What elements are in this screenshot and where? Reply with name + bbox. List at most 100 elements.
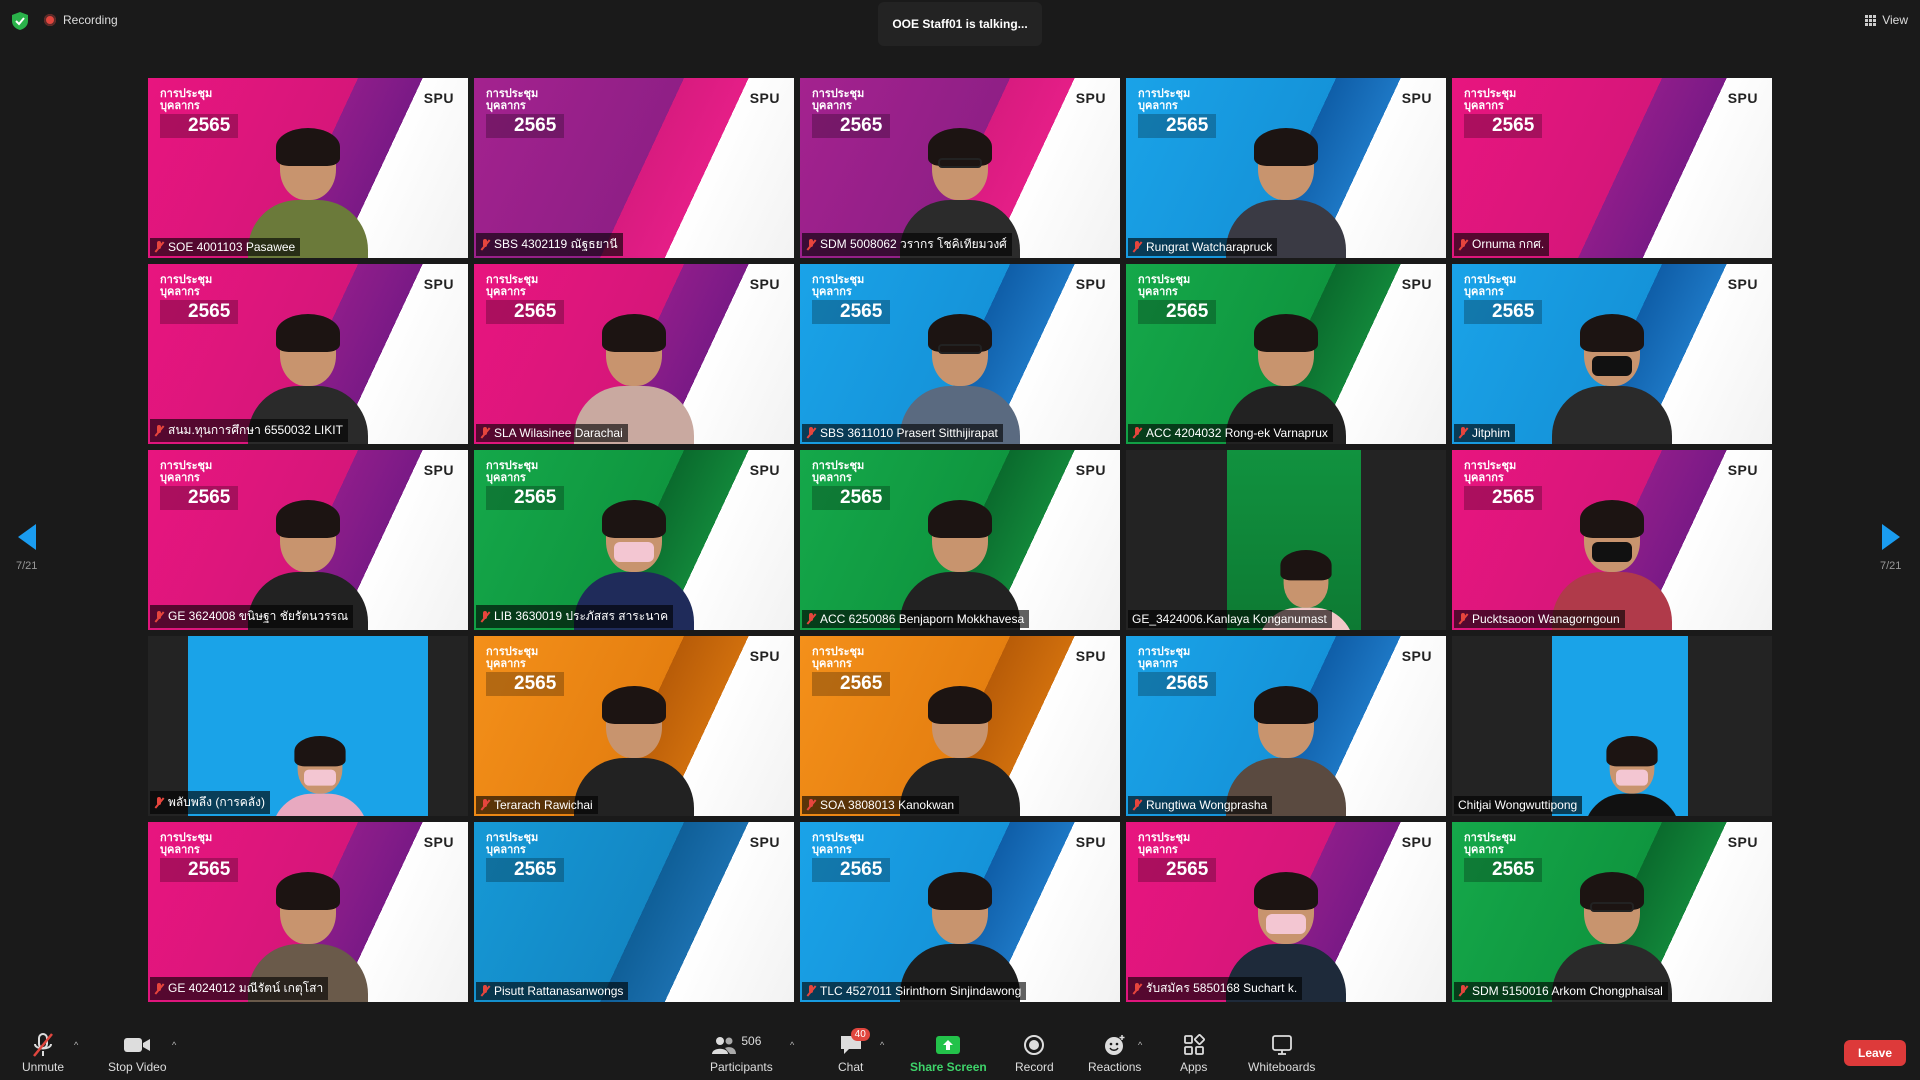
- participant-tile[interactable]: การประชุม บุคลากร 2565 SPU SBS 3611010 Pras…: [800, 264, 1120, 444]
- participant-tile[interactable]: การประชุม บุคลากร 2565 SPU SDM 5150016 Arko…: [1452, 822, 1772, 1002]
- audio-options-caret-icon[interactable]: ^: [74, 1040, 78, 1050]
- event-logo: การประชุม บุคลากร 2565: [160, 88, 239, 138]
- spu-logo: SPU: [749, 648, 780, 664]
- shield-icon[interactable]: [12, 12, 28, 30]
- participant-name: LIB 3630019 ประภัสสร สาระนาค: [494, 609, 669, 623]
- participant-name: SDM 5008062 วรากร โชคิเทียมวงศ์: [820, 237, 1007, 251]
- participant-tile[interactable]: การประชุม บุคลากร 2565 SPU สนม.ทุนการศึกษา …: [148, 264, 468, 444]
- event-logo-title: การประชุม บุคลากร: [1138, 88, 1191, 112]
- mic-muted-icon: [1458, 427, 1468, 439]
- participant-name-bar: Rungtiwa Wongprasha: [1128, 796, 1273, 814]
- prev-page-button[interactable]: 7/21: [16, 524, 38, 572]
- event-logo-year: 2565: [486, 672, 565, 696]
- spu-logo: SPU: [1401, 648, 1432, 664]
- spu-logo: SPU: [749, 834, 780, 850]
- participant-tile[interactable]: การประชุม บุคลากร 2565 SPU GE 4024012 มณีรั…: [148, 822, 468, 1002]
- participant-name: SBS 4302119 ณัฐธยานี: [494, 237, 618, 251]
- participants-caret-icon[interactable]: ^: [790, 1040, 794, 1050]
- chat-button[interactable]: 40 Chat: [838, 1028, 870, 1074]
- apps-button[interactable]: Apps: [1180, 1032, 1207, 1074]
- event-logo-year: 2565: [160, 300, 239, 324]
- mic-muted-icon: [480, 610, 490, 623]
- event-logo: การประชุม บุคลากร 2565: [1464, 460, 1543, 510]
- spu-logo: SPU: [423, 90, 454, 106]
- unmute-button[interactable]: Unmute: [22, 1032, 64, 1074]
- participants-button[interactable]: 506 Participants: [710, 1032, 773, 1074]
- participant-tile[interactable]: การประชุม บุคลากร 2565 SPU Pisutt Rattanasa…: [474, 822, 794, 1002]
- participant-name: Rungrat Watcharapruck: [1146, 240, 1273, 254]
- mic-muted-icon: [806, 238, 816, 251]
- video-options-caret-icon[interactable]: ^: [172, 1040, 176, 1050]
- participant-tile[interactable]: การประชุม บุคลากร 2565 SPU SLA Wilasinee Da…: [474, 264, 794, 444]
- event-logo-year: 2565: [486, 486, 565, 510]
- view-button[interactable]: View: [1865, 13, 1908, 27]
- stop-video-button[interactable]: Stop Video: [108, 1032, 167, 1074]
- participant-name-bar: SOE 4001103 Pasawee: [150, 238, 301, 256]
- apps-label: Apps: [1180, 1060, 1208, 1074]
- leave-button[interactable]: Leave: [1844, 1040, 1906, 1066]
- participant-tile[interactable]: พลับพลึง (การคลัง): [148, 636, 468, 816]
- record-dot-icon: [44, 14, 56, 26]
- mic-muted-icon: [806, 427, 816, 439]
- participant-tile[interactable]: การประชุม บุคลากร 2565 SPU ACC 6250086 Benj…: [800, 450, 1120, 630]
- participant-name: SDM 5150016 Arkom Chongphaisal: [1472, 984, 1663, 998]
- participant-tile[interactable]: การประชุม บุคลากร 2565 SPU รับสมัคร 5850168…: [1126, 822, 1446, 1002]
- participant-name: พลับพลึง (การคลัง): [168, 795, 266, 809]
- spu-logo: SPU: [1401, 90, 1432, 106]
- event-logo-year: 2565: [1138, 114, 1217, 138]
- participant-tile[interactable]: การประชุม บุคลากร 2565 SPU SDM 5008062 วราก…: [800, 78, 1120, 258]
- whiteboard-icon: [1271, 1032, 1293, 1058]
- participant-name-bar: Terarach Rawichai: [476, 796, 598, 814]
- participant-tile[interactable]: การประชุม บุคลากร 2565 SPU TLC 4527011 Siri…: [800, 822, 1120, 1002]
- event-logo: การประชุม บุคลากร 2565: [486, 460, 565, 510]
- spu-logo: SPU: [749, 90, 780, 106]
- participant-name-bar: รับสมัคร 5850168 Suchart k.: [1128, 977, 1303, 1000]
- participant-tile[interactable]: การประชุม บุคลากร 2565 SPU SOE 4001103 Pasa…: [148, 78, 468, 258]
- record-button[interactable]: Record: [1015, 1032, 1054, 1074]
- mic-off-icon: [31, 1032, 55, 1058]
- spu-logo: SPU: [1075, 834, 1106, 850]
- event-logo-year: 2565: [160, 486, 239, 510]
- event-logo-year: 2565: [1464, 300, 1543, 324]
- participant-tile[interactable]: การประชุม บุคลากร 2565 SPU Rungrat Watchara…: [1126, 78, 1446, 258]
- chat-caret-icon[interactable]: ^: [880, 1040, 884, 1050]
- spu-logo: SPU: [749, 276, 780, 292]
- event-logo-year: 2565: [1464, 858, 1543, 882]
- participant-name: GE 4024012 มณีรัตน์ เกตุโสา: [168, 981, 324, 995]
- participant-tile[interactable]: การประชุม บุคลากร 2565 SPU Jitphim: [1452, 264, 1772, 444]
- participant-tile[interactable]: การประชุม บุคลากร 2565 SPU GE 3624008 ขนิษฐ…: [148, 450, 468, 630]
- participant-tile[interactable]: Chitjai Wongwuttipong: [1452, 636, 1772, 816]
- next-page-button[interactable]: 7/21: [1880, 524, 1902, 572]
- participant-tile[interactable]: การประชุม บุคลากร 2565 SPU LIB 3630019 ประภ…: [474, 450, 794, 630]
- event-logo: การประชุม บุคลากร 2565: [160, 460, 239, 510]
- participant-tile[interactable]: การประชุม บุคลากร 2565 SPU Pucktsaoon Wanag…: [1452, 450, 1772, 630]
- whiteboards-button[interactable]: Whiteboards: [1248, 1032, 1315, 1074]
- participant-tile[interactable]: การประชุม บุคลากร 2565 SPU SBS 4302119 ณัฐธ…: [474, 78, 794, 258]
- participant-tile[interactable]: GE_3424006.Kanlaya Konganumast: [1126, 450, 1446, 630]
- participant-name-bar: GE_3424006.Kanlaya Konganumast: [1128, 610, 1332, 628]
- stop-video-label: Stop Video: [108, 1060, 167, 1074]
- participant-tile[interactable]: การประชุม บุคลากร 2565 SPU Ornuma กกศ.: [1452, 78, 1772, 258]
- participant-tile[interactable]: การประชุม บุคลากร 2565 SPU Rungtiwa Wongpra…: [1126, 636, 1446, 816]
- mic-muted-icon: [154, 241, 164, 253]
- reactions-caret-icon[interactable]: ^: [1138, 1040, 1142, 1050]
- event-logo-year: 2565: [812, 858, 891, 882]
- participant-name: GE_3424006.Kanlaya Konganumast: [1132, 612, 1327, 626]
- chat-icon: 40: [839, 1028, 870, 1058]
- participant-name-bar: Rungrat Watcharapruck: [1128, 238, 1278, 256]
- event-logo-title: การประชุม บุคลากร: [486, 832, 539, 856]
- participant-name: Rungtiwa Wongprasha: [1146, 798, 1268, 812]
- participant-tile[interactable]: การประชุม บุคลากร 2565 SPU ACC 4204032 Rong…: [1126, 264, 1446, 444]
- recording-indicator[interactable]: Recording: [44, 13, 118, 27]
- video-feed: [188, 636, 428, 816]
- participant-name: SBS 3611010 Prasert Sitthijirapat: [820, 426, 998, 440]
- participant-name: ACC 4204032 Rong-ek Varnaprux: [1146, 426, 1328, 440]
- participant-tile[interactable]: การประชุม บุคลากร 2565 SPU Terarach Rawicha…: [474, 636, 794, 816]
- participant-tile[interactable]: การประชุม บุคลากร 2565 SPU SOA 3808013 Kano…: [800, 636, 1120, 816]
- spu-logo: SPU: [1401, 276, 1432, 292]
- mic-muted-icon: [1132, 799, 1142, 811]
- mic-muted-icon: [1132, 241, 1142, 253]
- reactions-button[interactable]: Reactions: [1088, 1032, 1141, 1074]
- share-screen-button[interactable]: Share Screen: [910, 1032, 987, 1074]
- spu-logo: SPU: [1075, 648, 1106, 664]
